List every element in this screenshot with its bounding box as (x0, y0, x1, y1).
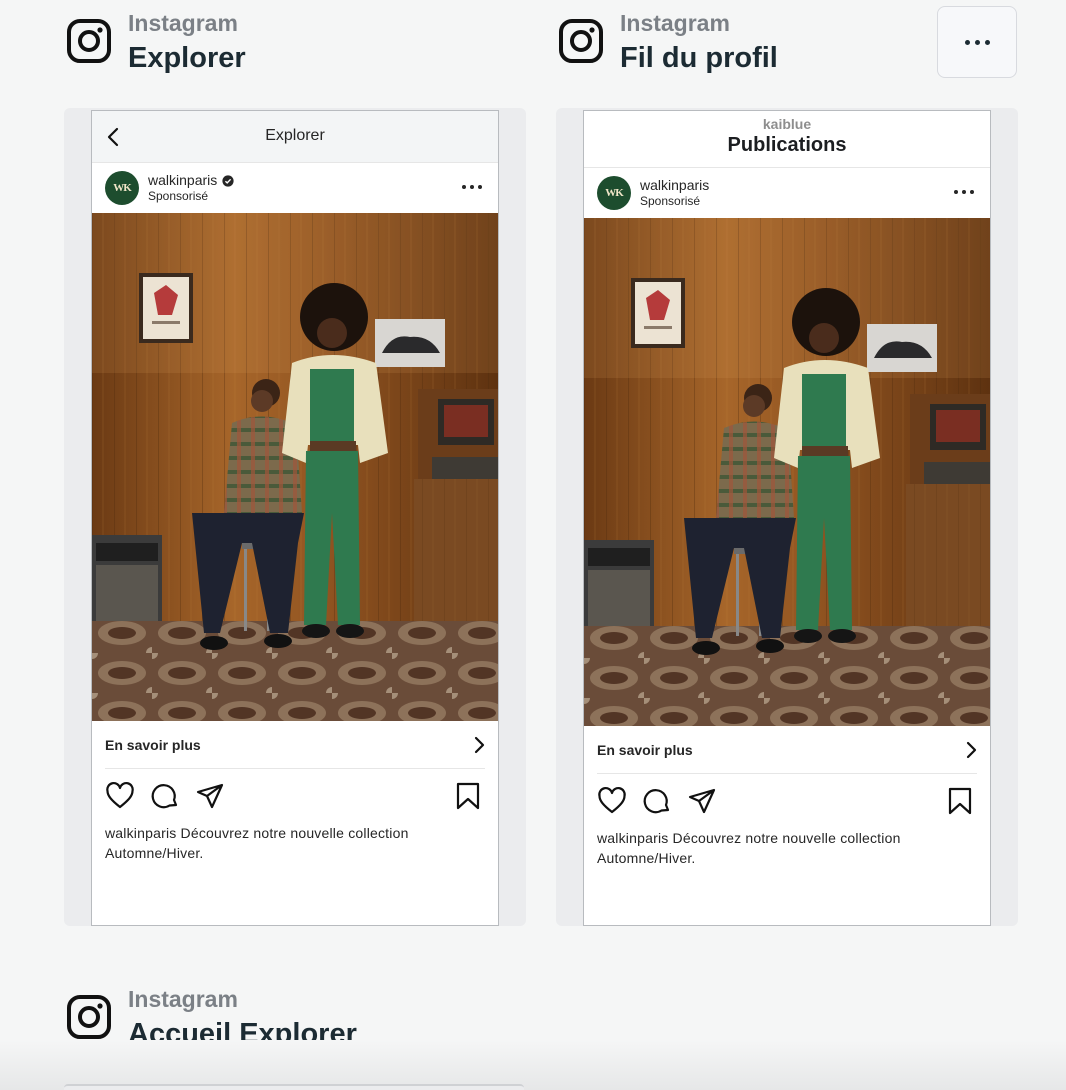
learn-more-button[interactable]: En savoir plus (597, 726, 977, 774)
instagram-logo-icon (67, 995, 111, 1039)
ad-photo (92, 213, 498, 721)
scroll-fade (0, 1040, 1066, 1090)
caption-account[interactable]: walkinparis (597, 830, 668, 846)
chevron-right-icon (966, 741, 977, 758)
heart-icon[interactable] (105, 781, 135, 811)
learn-more-button[interactable]: En savoir plus (105, 721, 485, 769)
sponsored-label: Sponsorisé (640, 194, 701, 208)
post-actions (584, 774, 990, 828)
avatar[interactable]: WK (105, 171, 139, 205)
sponsored-label: Sponsorisé (148, 189, 209, 203)
share-icon[interactable] (195, 781, 225, 811)
heart-icon[interactable] (597, 786, 627, 816)
placement-title: Explorer (128, 42, 246, 74)
ad-preview-card-edge (64, 1084, 524, 1090)
post-actions (92, 769, 498, 823)
placement-header-profile-feed: Instagram Fil du profil (558, 0, 778, 75)
profile-top-bar: kaiblue Publications (584, 116, 990, 168)
instagram-logo-icon (67, 19, 111, 63)
share-icon[interactable] (687, 786, 717, 816)
bookmark-icon[interactable] (945, 786, 975, 816)
bookmark-icon[interactable] (453, 781, 483, 811)
cta-label: En savoir plus (597, 741, 693, 758)
platform-label: Instagram (128, 10, 238, 36)
post-options-icon[interactable] (462, 185, 482, 189)
phone-frame: Explorer WK walkinparis Sponsorisé En sa… (91, 110, 499, 926)
profile-username: kaiblue (762, 116, 812, 132)
instagram-logo-icon (559, 19, 603, 63)
more-options-button[interactable] (937, 6, 1017, 78)
ad-photo (584, 218, 990, 726)
ad-preview-card: kaiblue Publications WK walkinparis Spon… (556, 108, 1018, 926)
ad-preview-card: Explorer WK walkinparis Sponsorisé En sa… (64, 108, 526, 926)
post-options-icon[interactable] (954, 190, 974, 194)
more-options-icon (964, 39, 970, 45)
chevron-right-icon (474, 736, 485, 753)
verified-badge-icon (222, 174, 234, 187)
account-name[interactable]: walkinparis (640, 177, 709, 194)
top-bar-title: Publications (727, 134, 847, 156)
platform-label: Instagram (128, 986, 238, 1012)
post-header: WK walkinparis Sponsorisé (584, 168, 990, 218)
placement-header-explore: Instagram Explorer (66, 0, 246, 75)
post-caption: walkinparis Découvrez notre nouvelle col… (92, 823, 498, 863)
avatar[interactable]: WK (597, 176, 631, 210)
comment-icon[interactable] (150, 781, 180, 811)
phone-frame: kaiblue Publications WK walkinparis Spon… (583, 110, 991, 926)
top-bar-title: Explorer (265, 127, 325, 144)
placement-title: Fil du profil (620, 42, 778, 74)
comment-icon[interactable] (642, 786, 672, 816)
explore-top-bar: Explorer (92, 111, 498, 163)
account-name[interactable]: walkinparis (148, 172, 217, 189)
platform-label: Instagram (620, 10, 730, 36)
caption-account[interactable]: walkinparis (105, 825, 176, 841)
post-caption: walkinparis Découvrez notre nouvelle col… (584, 828, 990, 868)
cta-label: En savoir plus (105, 736, 201, 753)
post-header: WK walkinparis Sponsorisé (92, 163, 498, 213)
